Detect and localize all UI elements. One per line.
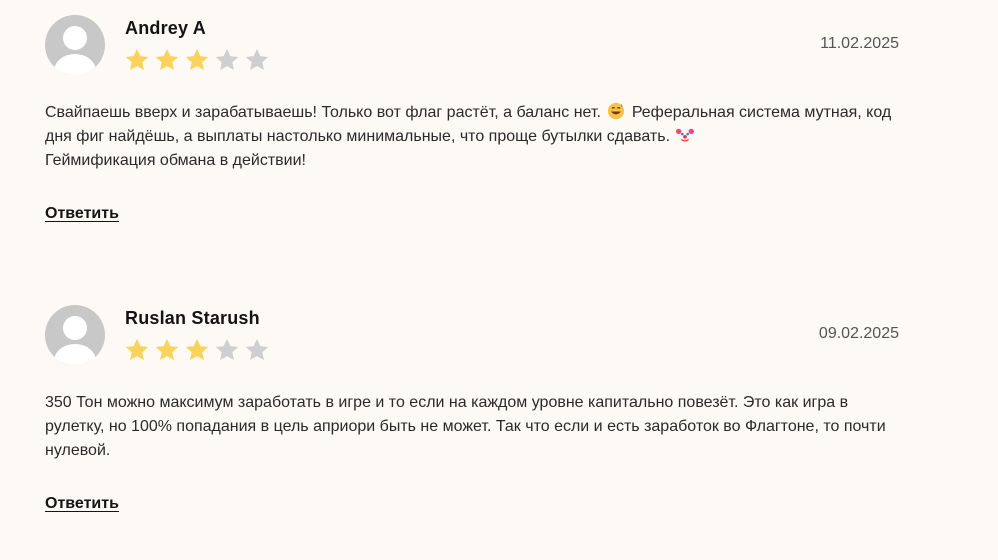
reply-link[interactable]: Ответить bbox=[45, 495, 119, 513]
review-text-part: Геймификация обмана в действии! bbox=[45, 152, 306, 169]
star-empty-icon bbox=[245, 48, 269, 70]
reply-link[interactable]: Ответить bbox=[45, 205, 119, 223]
review-text: Свайпаешь вверх и зарабатываешь! Только … bbox=[45, 101, 905, 173]
avatar bbox=[45, 15, 105, 75]
star-filled-icon bbox=[155, 338, 179, 360]
review-text-part: Свайпаешь вверх и зарабатываешь! Только … bbox=[45, 104, 601, 121]
star-filled-icon bbox=[185, 48, 209, 70]
user-silhouette-icon bbox=[54, 26, 96, 75]
star-filled-icon bbox=[125, 338, 149, 360]
clown-face-emoji-icon bbox=[676, 128, 695, 144]
review-card: Andrey A 11.02.2025 Свайпаешь вверх и за… bbox=[0, 0, 998, 270]
review-card: Ruslan Starush 09.02.2025 350 Тон можно … bbox=[0, 290, 998, 560]
star-empty-icon bbox=[245, 338, 269, 360]
review-text: 350 Тон можно максимум заработать в игре… bbox=[45, 394, 886, 459]
rating-stars bbox=[124, 337, 270, 363]
review-date: 11.02.2025 bbox=[820, 35, 899, 52]
grinning-sweat-emoji-icon bbox=[608, 102, 625, 120]
star-filled-icon bbox=[185, 338, 209, 360]
star-empty-icon bbox=[215, 338, 239, 360]
rating-stars bbox=[124, 47, 270, 73]
review-author: Andrey A bbox=[125, 18, 206, 38]
star-filled-icon bbox=[155, 48, 179, 70]
avatar bbox=[45, 305, 105, 365]
review-date: 09.02.2025 bbox=[818, 325, 899, 342]
user-silhouette-icon bbox=[54, 316, 96, 365]
star-empty-icon bbox=[215, 48, 239, 70]
review-author: Ruslan Starush bbox=[125, 308, 260, 328]
star-filled-icon bbox=[125, 48, 149, 70]
